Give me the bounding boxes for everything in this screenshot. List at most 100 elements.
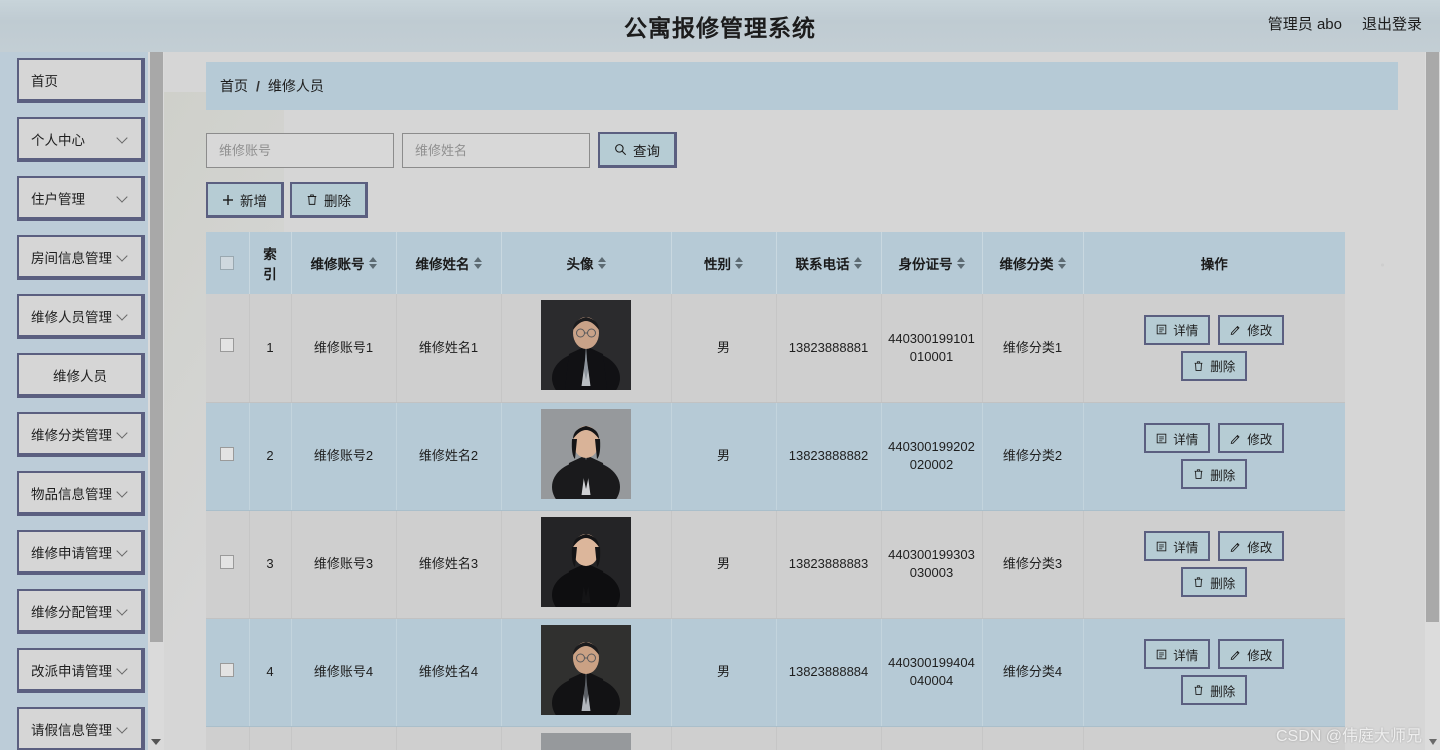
breadcrumb: 首页 / 维修人员 (206, 62, 1398, 110)
table-header-checkbox (206, 232, 250, 294)
sidebar-item-4[interactable]: 维修人员管理 (17, 294, 145, 339)
sidebar-item-3[interactable]: 房间信息管理 (17, 235, 145, 280)
breadcrumb-separator: / (256, 78, 260, 94)
row-gender-cell: 男 (671, 510, 777, 619)
add-button[interactable]: 新增 (206, 182, 284, 218)
app-header: 公寓报修管理系统 管理员 abo 退出登录 (0, 0, 1440, 52)
sidebar-scrollbar-thumb[interactable] (150, 52, 163, 642)
row-checkbox[interactable] (220, 554, 235, 569)
bulk-delete-button[interactable]: 删除 (290, 182, 368, 218)
row-gender-cell: 男 (671, 618, 777, 727)
sidebar-item-6[interactable]: 维修分类管理 (17, 412, 145, 457)
row-delete-button[interactable]: 删除 (1181, 459, 1248, 489)
sidebar-item-label: 物品信息管理 (31, 486, 112, 502)
row-operations: 详情 修改删除 (1127, 314, 1302, 381)
row-checkbox[interactable] (220, 446, 235, 461)
avatar[interactable] (541, 732, 631, 750)
table-header-idcard[interactable]: 身份证号 (881, 232, 983, 294)
table-header-category[interactable]: 维修分类 (982, 232, 1084, 294)
table-row: 4 维修账号4 维修姓名4 男 13823888884 44030019940404000… (206, 618, 1345, 727)
row-checkbox[interactable] (220, 662, 235, 677)
sidebar-item-label: 住户管理 (31, 191, 85, 207)
table-header-phone[interactable]: 联系电话 (776, 232, 882, 294)
row-edit-button[interactable]: 修改 (1218, 531, 1285, 561)
select-all-checkbox[interactable] (220, 256, 235, 270)
row-operations: 详情 修改删除 (1127, 639, 1302, 705)
search-icon (614, 143, 627, 156)
row-partial-cell (776, 726, 882, 750)
table-header-account[interactable]: 维修账号 (291, 232, 397, 294)
chevron-down-icon (117, 192, 129, 204)
logout-link[interactable]: 退出登录 (1362, 13, 1422, 34)
chevron-down-icon (117, 723, 129, 735)
table-header-avatar[interactable]: 头像 (501, 232, 672, 294)
trash-icon (1193, 576, 1204, 588)
sort-icon[interactable] (735, 257, 743, 269)
row-detail-label: 详情 (1173, 648, 1199, 663)
table-row: 3 维修账号3 维修姓名3 男 13823888883 44030019930303000… (206, 510, 1345, 619)
row-edit-button[interactable]: 修改 (1218, 314, 1285, 345)
row-phone: 13823888881 (788, 339, 869, 355)
data-table-wrapper: 索引 维修账号 维修姓名 头像 性别 联系电话 身份证号 维修分类 操作 1 维修账号1 维修姓名1… (206, 232, 1398, 750)
sidebar-item-11[interactable]: 请假信息管理 (17, 707, 145, 750)
row-select-cell (206, 402, 250, 511)
row-partial-cell (671, 726, 777, 750)
page-title: 公寓报修管理系统 (624, 15, 816, 41)
sidebar-item-7[interactable]: 物品信息管理 (17, 471, 145, 516)
row-detail-button[interactable]: 详情 (1144, 531, 1211, 561)
sidebar-item-8[interactable]: 维修申请管理 (17, 530, 145, 575)
avatar[interactable] (541, 624, 631, 715)
row-phone: 13823888884 (788, 664, 869, 680)
row-edit-button[interactable]: 修改 (1218, 639, 1285, 669)
table-header-label: 头像 (566, 257, 594, 272)
sidebar-item-10[interactable]: 改派申请管理 (17, 648, 145, 693)
sort-icon[interactable] (853, 257, 862, 269)
breadcrumb-home[interactable]: 首页 (220, 76, 248, 96)
row-name-cell: 维修姓名1 (396, 294, 502, 403)
row-delete-label: 删除 (1210, 360, 1236, 375)
row-idcard-cell: 440300199101010001 (881, 294, 983, 403)
avatar[interactable] (541, 516, 631, 607)
sidebar-item-label: 改派申请管理 (31, 663, 112, 679)
row-detail-button[interactable]: 详情 (1144, 423, 1211, 453)
sort-icon[interactable] (956, 257, 965, 269)
sort-icon[interactable] (473, 257, 482, 269)
sidebar-item-5[interactable]: 维修人员 (17, 353, 145, 398)
table-header-gender[interactable]: 性别 (671, 232, 777, 294)
sort-icon[interactable] (597, 257, 606, 269)
row-name: 维修姓名4 (418, 664, 479, 680)
search-name-input[interactable] (402, 132, 590, 168)
row-checkbox[interactable] (220, 338, 235, 353)
row-name-cell: 维修姓名2 (396, 402, 502, 511)
table-header-ops: 操作 (1083, 232, 1345, 294)
search-button[interactable]: 查询 (598, 132, 677, 168)
sidebar-item-9[interactable]: 维修分配管理 (17, 589, 145, 634)
table-header-name[interactable]: 维修姓名 (396, 232, 502, 294)
page-scrollbar[interactable] (1425, 52, 1440, 750)
sidebar-item-1[interactable]: 个人中心 (17, 117, 145, 162)
row-name-cell: 维修姓名4 (396, 618, 502, 727)
sidebar-item-2[interactable]: 住户管理 (17, 176, 145, 221)
sort-icon[interactable] (1057, 257, 1066, 269)
row-detail-button[interactable]: 详情 (1144, 314, 1211, 345)
row-partial-cell (396, 726, 502, 750)
table-header-label: 联系电话 (795, 257, 850, 272)
sort-icon[interactable] (368, 257, 377, 269)
row-detail-button[interactable]: 详情 (1144, 639, 1211, 669)
page-scroll-down-arrow-icon[interactable] (1425, 734, 1440, 750)
row-delete-button[interactable]: 删除 (1181, 350, 1248, 381)
sidebar-scrollbar[interactable] (148, 52, 164, 750)
row-delete-label: 删除 (1210, 684, 1236, 699)
search-account-input[interactable] (206, 132, 394, 168)
avatar[interactable] (541, 300, 631, 391)
row-delete-button[interactable]: 删除 (1181, 567, 1248, 597)
row-edit-button[interactable]: 修改 (1218, 423, 1285, 453)
avatar[interactable] (541, 408, 631, 499)
page-scrollbar-thumb[interactable] (1426, 52, 1439, 622)
sidebar-scroll-down-arrow-icon[interactable] (148, 733, 164, 750)
row-delete-button[interactable]: 删除 (1181, 675, 1248, 705)
sidebar-item-label: 维修分配管理 (31, 604, 112, 620)
row-index-cell: 4 (249, 618, 292, 727)
sidebar-item-0[interactable]: 首页 (17, 58, 145, 103)
row-idcard: 440300199303030003 (888, 547, 975, 580)
